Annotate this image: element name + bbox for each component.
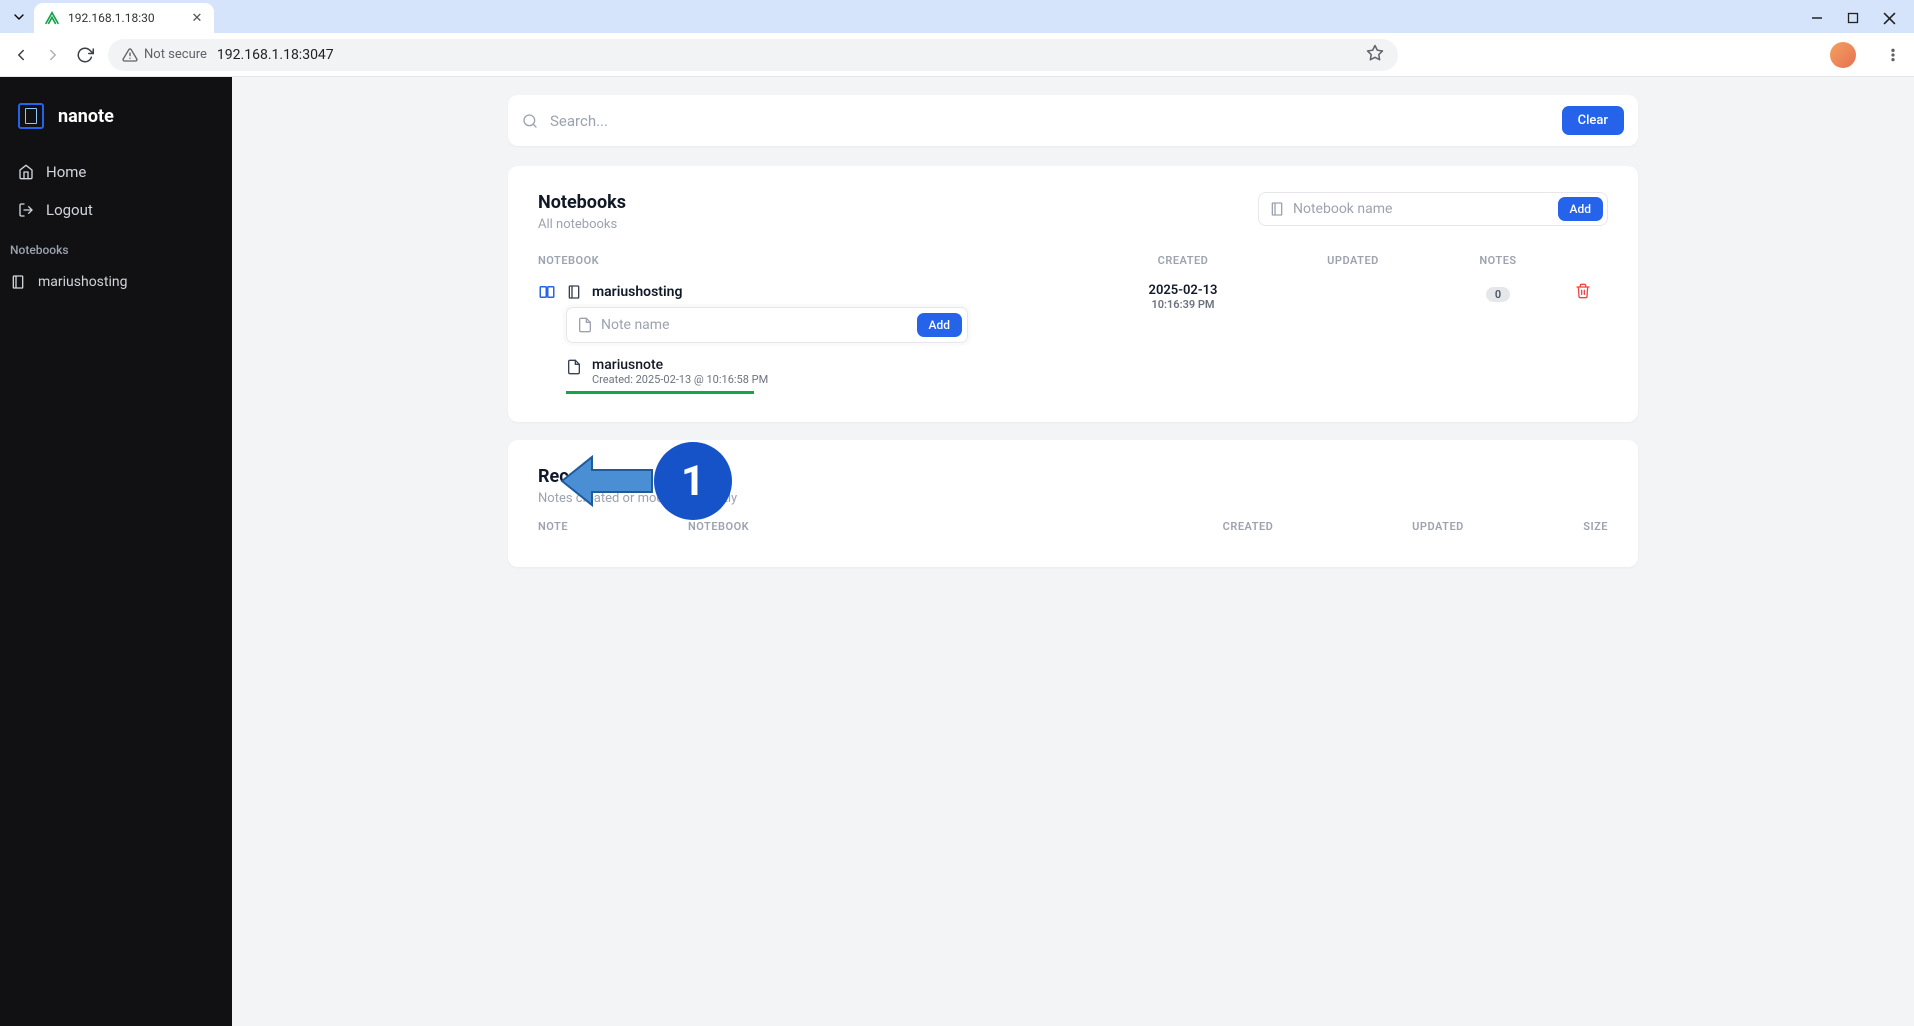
search-clear-button[interactable]: Clear — [1562, 106, 1624, 135]
browser-tab[interactable]: 192.168.1.18:30 ✕ — [34, 3, 214, 33]
rename-icon[interactable] — [538, 283, 556, 301]
notebook-icon — [566, 284, 582, 300]
bookmark-star-icon[interactable] — [1366, 44, 1384, 66]
browser-menu-icon[interactable] — [1884, 46, 1902, 64]
notebook-name[interactable]: mariushosting — [592, 284, 682, 300]
window-close-icon[interactable] — [1882, 11, 1896, 25]
recent-title: Recent Notes — [538, 466, 1608, 487]
notebook-icon — [10, 274, 26, 290]
file-icon — [566, 359, 582, 375]
url-bar[interactable]: Not secure 192.168.1.18:3047 — [108, 39, 1398, 71]
trash-icon — [1575, 283, 1591, 299]
notes-count-badge: 0 — [1486, 287, 1510, 302]
sidebar: nanote Home Logout Notebooks mariushosti… — [0, 77, 232, 1026]
nav-logout-label: Logout — [46, 201, 93, 219]
delete-notebook-button[interactable] — [1558, 283, 1608, 303]
add-notebook-button[interactable]: Add — [1558, 197, 1603, 221]
brand-name: nanote — [58, 106, 114, 127]
app-root: nanote Home Logout Notebooks mariushosti… — [0, 77, 1914, 1026]
warning-icon — [122, 47, 138, 63]
col-size: SIZE — [1528, 520, 1608, 533]
recent-subtitle: Notes created or modified recently — [538, 491, 1608, 506]
add-note-button[interactable]: Add — [917, 313, 962, 337]
notebook-notes-count-cell: 0 — [1438, 283, 1558, 302]
nav-logout[interactable]: Logout — [0, 191, 232, 229]
window-controls — [1810, 11, 1914, 33]
sidebar-notebook-label: mariushosting — [38, 274, 127, 290]
file-icon — [577, 317, 593, 333]
recent-notes-panel: Recent Notes Notes created or modified r… — [508, 440, 1638, 567]
col-note: NOTE — [538, 520, 688, 533]
search-card: Clear — [508, 95, 1638, 146]
col-updated: UPDATED — [1348, 520, 1528, 533]
notebook-created: 2025-02-13 10:16:39 PM — [1098, 283, 1268, 311]
tab-close-icon[interactable]: ✕ — [190, 11, 204, 25]
notebook-icon — [1269, 201, 1285, 217]
search-icon — [522, 113, 538, 129]
col-notebook: NOTEBOOK — [538, 254, 1098, 267]
created-time: 10:16:39 PM — [1098, 298, 1268, 311]
add-note-form: Add — [566, 307, 968, 343]
notebooks-title: Notebooks — [538, 192, 626, 213]
search-input[interactable] — [550, 112, 1550, 130]
url-text: 192.168.1.18:3047 — [217, 47, 334, 63]
user-avatar[interactable] — [1830, 42, 1856, 68]
not-secure-label: Not secure — [144, 47, 207, 62]
nav-home[interactable]: Home — [0, 153, 232, 191]
note-item[interactable]: mariusnote Created: 2025-02-13 @ 10:16:5… — [566, 357, 1098, 386]
tab-title: 192.168.1.18:30 — [68, 11, 182, 25]
annotation-underline — [566, 391, 754, 394]
not-secure-badge: Not secure — [122, 47, 207, 63]
home-icon — [18, 164, 34, 180]
add-notebook-form: Add — [1258, 192, 1608, 226]
col-notes: NOTES — [1438, 254, 1558, 267]
created-date: 2025-02-13 — [1098, 283, 1268, 298]
note-meta: Created: 2025-02-13 @ 10:16:58 PM — [592, 373, 768, 386]
tab-dropdown-icon[interactable] — [10, 8, 28, 26]
window-minimize-icon[interactable] — [1810, 11, 1824, 25]
col-notebook: NOTEBOOK — [688, 520, 1148, 533]
col-updated: UPDATED — [1268, 254, 1438, 267]
logout-icon — [18, 202, 34, 218]
recent-table-head: NOTE NOTEBOOK CREATED UPDATED SIZE — [538, 506, 1608, 537]
notebooks-subtitle: All notebooks — [538, 217, 626, 232]
window-maximize-icon[interactable] — [1846, 11, 1860, 25]
add-notebook-input[interactable] — [1293, 201, 1550, 217]
notebook-row: mariushosting Add mariusnote Created: 20… — [538, 277, 1608, 392]
browser-forward-icon[interactable] — [44, 46, 62, 64]
brand-logo-icon — [18, 103, 44, 129]
sidebar-notebook-item[interactable]: mariushosting — [0, 265, 232, 299]
col-created: CREATED — [1098, 254, 1268, 267]
notebooks-table-head: NOTEBOOK CREATED UPDATED NOTES — [538, 254, 1608, 277]
add-note-input[interactable] — [601, 317, 909, 333]
nav-home-label: Home — [46, 163, 86, 181]
col-created: CREATED — [1148, 520, 1348, 533]
browser-toolbar: Not secure 192.168.1.18:3047 — [0, 33, 1914, 77]
main-content: Clear Notebooks All notebooks Add — [232, 77, 1914, 1026]
brand[interactable]: nanote — [0, 103, 232, 153]
browser-back-icon[interactable] — [12, 46, 30, 64]
note-name: mariusnote — [592, 357, 768, 373]
browser-reload-icon[interactable] — [76, 46, 94, 64]
notebooks-panel: Notebooks All notebooks Add NOTEBOOK CRE… — [508, 166, 1638, 422]
browser-titlebar: 192.168.1.18:30 ✕ — [0, 0, 1914, 33]
tab-favicon-icon — [44, 10, 60, 26]
sidebar-section-notebooks: Notebooks — [0, 229, 232, 265]
